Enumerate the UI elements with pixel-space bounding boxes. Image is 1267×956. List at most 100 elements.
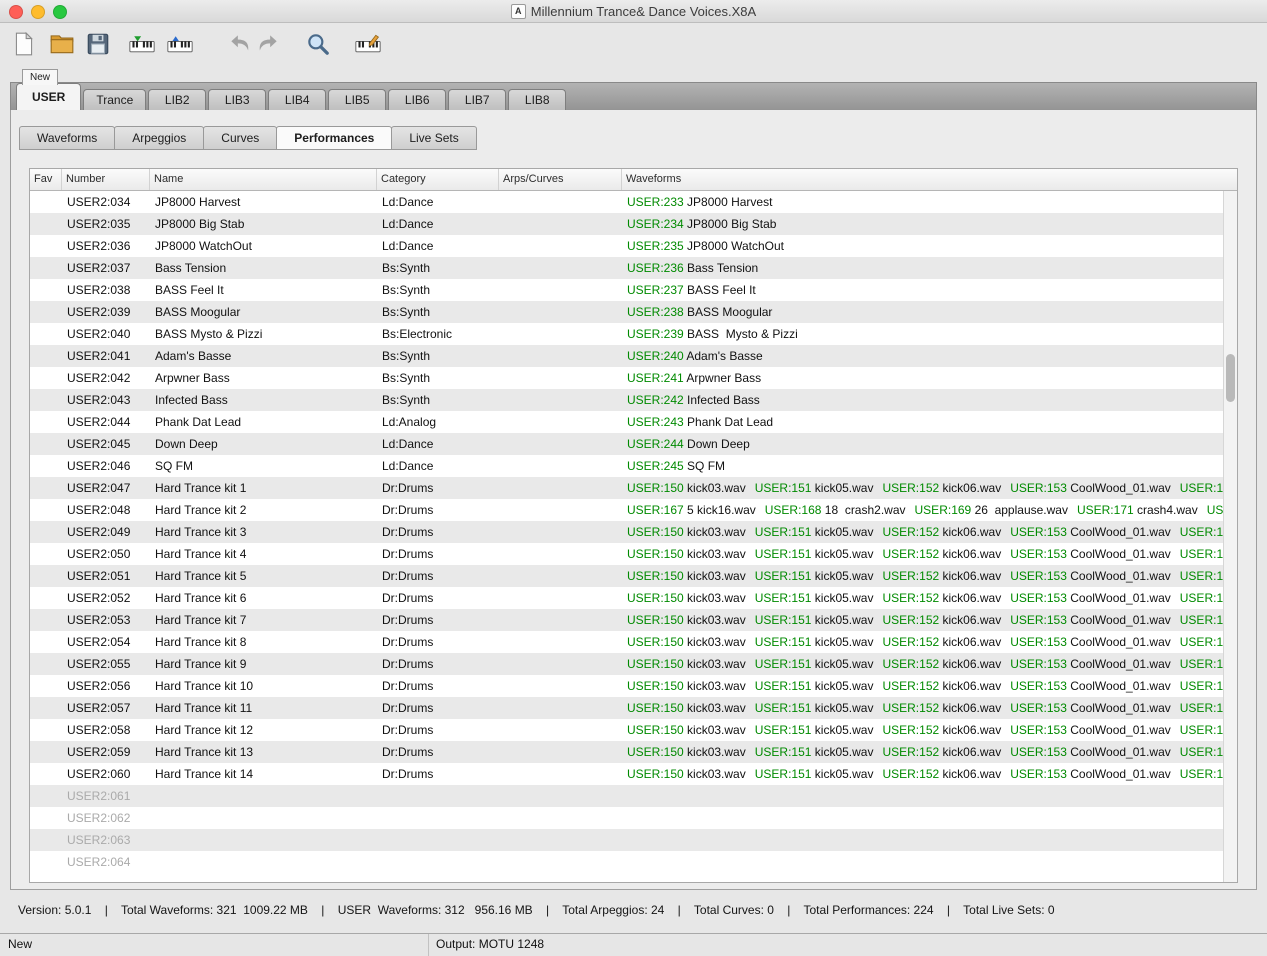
table-row[interactable]: USER2:056 Hard Trance kit 10 Dr:Drums USER:… xyxy=(30,675,1223,697)
column-header-number[interactable]: Number xyxy=(62,169,150,190)
table-row[interactable]: USER2:039 BASS Moogular Bs:Synth USER:238 B… xyxy=(30,301,1223,323)
cell-fav xyxy=(30,851,62,873)
table-row[interactable]: USER2:063 xyxy=(30,829,1223,851)
cell-arps xyxy=(499,785,622,807)
table-row[interactable]: USER2:047 Hard Trance kit 1 Dr:Drums USER:1… xyxy=(30,477,1223,499)
table-row[interactable]: USER2:061 xyxy=(30,785,1223,807)
table-row[interactable]: USER2:054 Hard Trance kit 8 Dr:Drums USER:1… xyxy=(30,631,1223,653)
table-row[interactable]: USER2:037 Bass Tension Bs:Synth USER:236 Ba… xyxy=(30,257,1223,279)
cell-num: USER2:056 xyxy=(67,679,131,693)
table-row[interactable]: USER2:042 Arpwner Bass Bs:Synth USER:241 Ar… xyxy=(30,367,1223,389)
receive-from-keyboard-icon[interactable] xyxy=(128,30,156,58)
section-tab-arpeggios[interactable]: Arpeggios xyxy=(114,126,205,150)
waveform-entry: USER:154 xyxy=(1179,481,1223,495)
cell-name: Hard Trance kit 5 xyxy=(155,569,247,583)
cell-arps xyxy=(499,829,622,851)
waveform-entry: USER:151 kick05.wav xyxy=(754,767,874,781)
cell-cat: Dr:Drums xyxy=(382,635,434,649)
table-row[interactable]: USER2:051 Hard Trance kit 5 Dr:Drums USER:1… xyxy=(30,565,1223,587)
table-row[interactable]: USER2:055 Hard Trance kit 9 Dr:Drums USER:1… xyxy=(30,653,1223,675)
waveform-entry: USER:150 kick03.wav xyxy=(627,613,746,627)
library-tab-trance[interactable]: Trance xyxy=(83,89,147,110)
waveform-entry: USER:154 xyxy=(1179,525,1223,539)
table-row[interactable]: USER2:035 JP8000 Big Stab Ld:Dance USER:234… xyxy=(30,213,1223,235)
table-row[interactable]: USER2:062 xyxy=(30,807,1223,829)
cell-waveforms: USER:167 5 kick16.wav USER:168 18 crash2.… xyxy=(622,499,1223,521)
table-row[interactable]: USER2:064 xyxy=(30,851,1223,873)
section-tab-performances[interactable]: Performances xyxy=(276,126,393,150)
table-row[interactable]: USER2:060 Hard Trance kit 14 Dr:Drums USER:… xyxy=(30,763,1223,785)
cell-num: USER2:034 xyxy=(67,195,131,209)
table-row[interactable]: USER2:044 Phank Dat Lead Ld:Analog USER:243… xyxy=(30,411,1223,433)
document-name-tab[interactable]: New xyxy=(22,69,59,85)
table-body: USER2:034 JP8000 Harvest Ld:Dance USER:233 … xyxy=(30,191,1223,882)
cell-arps xyxy=(499,411,622,433)
column-header-category[interactable]: Category xyxy=(377,169,499,190)
table-row[interactable]: USER2:043 Infected Bass Bs:Synth USER:242 I… xyxy=(30,389,1223,411)
table-row[interactable]: USER2:049 Hard Trance kit 3 Dr:Drums USER:1… xyxy=(30,521,1223,543)
status-divider xyxy=(428,934,429,956)
table-row[interactable]: USER2:040 BASS Mysto & Pizzi Bs:Electronic… xyxy=(30,323,1223,345)
undo-icon[interactable] xyxy=(226,30,254,58)
cell-name: Arpwner Bass xyxy=(155,371,230,385)
table-row[interactable]: USER2:041 Adam's Basse Bs:Synth USER:240 Ad… xyxy=(30,345,1223,367)
library-tab-lib4[interactable]: LIB4 xyxy=(268,89,327,110)
open-file-icon[interactable] xyxy=(48,30,76,58)
status-bar: New Output: MOTU 1248 xyxy=(0,933,1267,956)
cell-cat: Dr:Drums xyxy=(382,767,434,781)
status-document-state: New xyxy=(8,937,33,951)
cell-num: USER2:058 xyxy=(67,723,131,737)
cell-fav xyxy=(30,499,62,521)
library-tab-lib5[interactable]: LIB5 xyxy=(328,89,387,110)
column-header-arps-curves[interactable]: Arps/Curves xyxy=(499,169,622,190)
waveform-entry: USER:237 BASS Feel It xyxy=(627,283,756,297)
table-row[interactable]: USER2:059 Hard Trance kit 13 Dr:Drums USER:… xyxy=(30,741,1223,763)
app-window: A Millennium Trance& Dance Voices.X8A Ne… xyxy=(0,0,1267,956)
table-row[interactable]: USER2:053 Hard Trance kit 7 Dr:Drums USER:1… xyxy=(30,609,1223,631)
keyboard-edit-icon[interactable] xyxy=(354,30,382,58)
table-row[interactable]: USER2:058 Hard Trance kit 12 Dr:Drums USER:… xyxy=(30,719,1223,741)
cell-fav xyxy=(30,191,62,213)
cell-num: USER2:057 xyxy=(67,701,131,715)
cell-cat: Dr:Drums xyxy=(382,591,434,605)
vertical-scrollbar[interactable] xyxy=(1223,191,1237,882)
column-header-waveforms[interactable]: Waveforms xyxy=(622,169,1237,190)
library-tab-lib3[interactable]: LIB3 xyxy=(208,89,267,110)
section-tab-waveforms[interactable]: Waveforms xyxy=(19,126,116,150)
waveform-entry: USER:152 kick06.wav xyxy=(882,525,1002,539)
new-document-icon[interactable] xyxy=(10,30,38,58)
cell-arps xyxy=(499,301,622,323)
table-row[interactable]: USER2:057 Hard Trance kit 11 Dr:Drums USER:… xyxy=(30,697,1223,719)
waveform-entry: USER:154 xyxy=(1179,723,1223,737)
library-tab-lib6[interactable]: LIB6 xyxy=(388,89,447,110)
scrollbar-thumb[interactable] xyxy=(1226,354,1235,402)
cell-name xyxy=(150,851,377,873)
send-to-keyboard-icon[interactable] xyxy=(166,30,194,58)
table-row[interactable]: USER2:052 Hard Trance kit 6 Dr:Drums USER:1… xyxy=(30,587,1223,609)
library-tab-lib7[interactable]: LIB7 xyxy=(448,89,507,110)
table-row[interactable]: USER2:038 BASS Feel It Bs:Synth USER:237 BA… xyxy=(30,279,1223,301)
column-header-name[interactable]: Name xyxy=(150,169,377,190)
redo-icon[interactable] xyxy=(254,30,282,58)
save-icon[interactable] xyxy=(84,30,112,58)
library-tab-user[interactable]: USER xyxy=(16,83,82,110)
cell-fav xyxy=(30,455,62,477)
waveform-entry: USER:151 kick05.wav xyxy=(754,679,874,693)
table-row[interactable]: USER2:036 JP8000 WatchOut Ld:Dance USER:235… xyxy=(30,235,1223,257)
table-row[interactable]: USER2:048 Hard Trance kit 2 Dr:Drums USER:1… xyxy=(30,499,1223,521)
table-row[interactable]: USER2:045 Down Deep Ld:Dance USER:244 Down … xyxy=(30,433,1223,455)
cell-waveforms: USER:237 BASS Feel It xyxy=(622,279,1223,301)
cell-cat: Dr:Drums xyxy=(382,745,434,759)
section-tab-curves[interactable]: Curves xyxy=(203,126,278,150)
table-row[interactable]: USER2:046 SQ FM Ld:Dance USER:245 SQ FM xyxy=(30,455,1223,477)
table-row[interactable]: USER2:034 JP8000 Harvest Ld:Dance USER:233 … xyxy=(30,191,1223,213)
section-tab-live-sets[interactable]: Live Sets xyxy=(391,126,477,150)
table-row[interactable]: USER2:050 Hard Trance kit 4 Dr:Drums USER:1… xyxy=(30,543,1223,565)
column-header-fav[interactable]: Fav xyxy=(30,169,62,190)
cell-fav xyxy=(30,587,62,609)
waveform-entry: USER:167 5 kick16.wav xyxy=(627,503,756,517)
search-icon[interactable] xyxy=(304,30,332,58)
cell-num: USER2:045 xyxy=(67,437,131,451)
library-tab-lib2[interactable]: LIB2 xyxy=(148,89,207,110)
library-tab-lib8[interactable]: LIB8 xyxy=(508,89,567,110)
